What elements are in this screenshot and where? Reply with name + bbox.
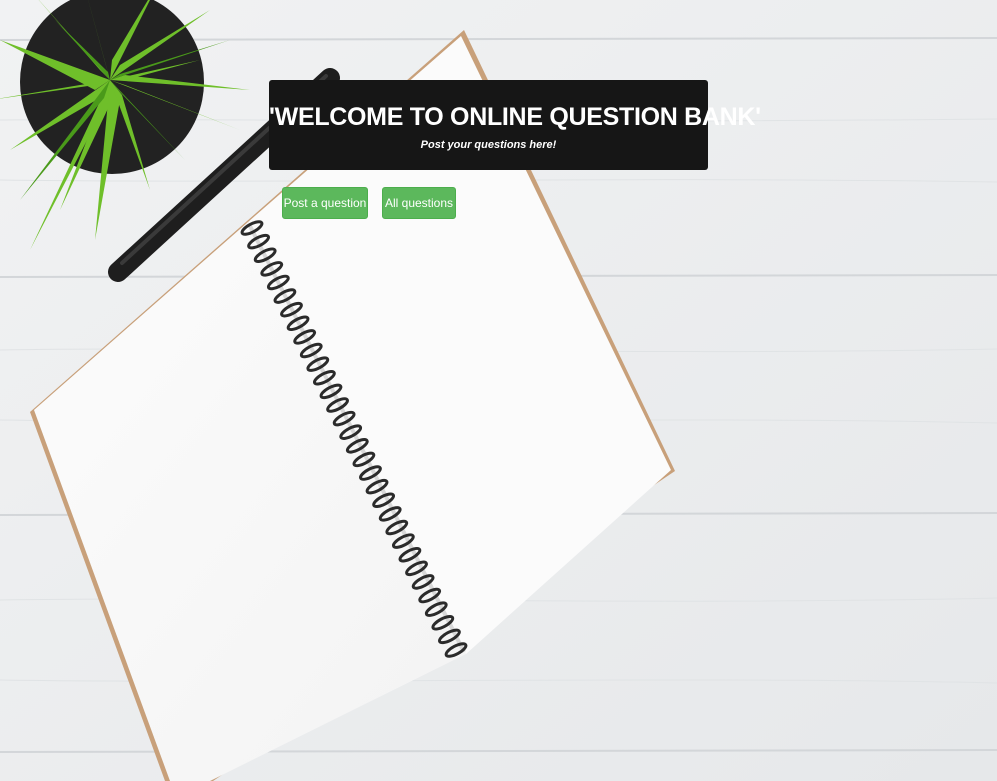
page-title: 'WELCOME TO ONLINE QUESTION BANK': [269, 103, 761, 131]
post-question-button[interactable]: Post a question: [282, 187, 368, 219]
welcome-banner: 'WELCOME TO ONLINE QUESTION BANK' Post y…: [269, 80, 761, 170]
page: 'WELCOME TO ONLINE QUESTION BANK' Post y…: [0, 0, 997, 781]
all-questions-button[interactable]: All questions: [382, 187, 456, 219]
page-subtitle: Post your questions here!: [420, 139, 557, 151]
